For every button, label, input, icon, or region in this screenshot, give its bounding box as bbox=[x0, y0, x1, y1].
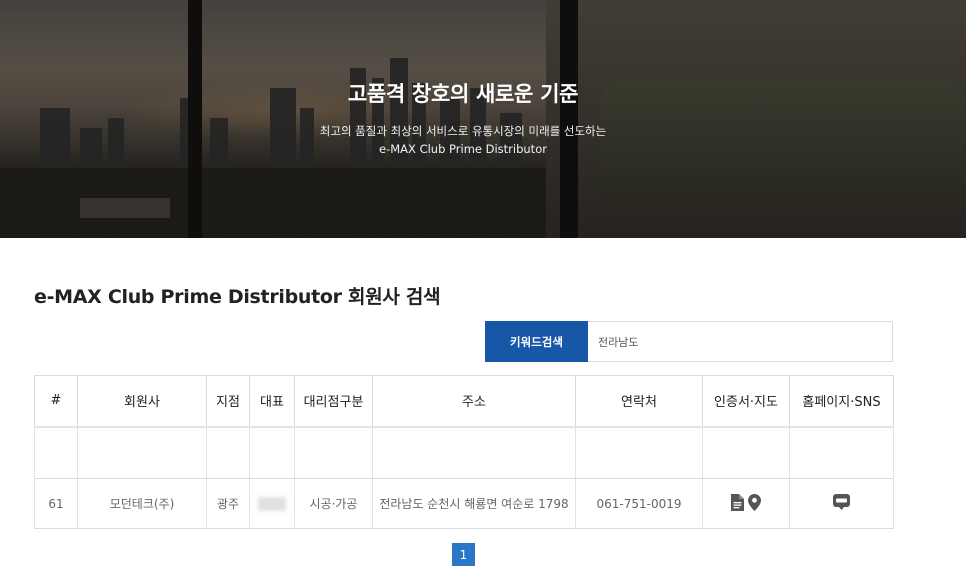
cell-phone: 061-751-0019 bbox=[575, 478, 703, 529]
cell-cert-map bbox=[702, 478, 790, 529]
hero-subtitle-line1: 최고의 품질과 최상의 서비스로 유통시장의 미래를 선도하는 bbox=[319, 124, 607, 138]
blog-icon[interactable] bbox=[833, 494, 850, 513]
header-address: 주소 bbox=[372, 375, 576, 428]
table-spacer-row bbox=[34, 426, 894, 479]
header-cert-map: 인증서·지도 bbox=[702, 375, 790, 428]
cell-homepage bbox=[789, 478, 894, 529]
hero-title: 고품격 창호의 새로운 기준 bbox=[347, 82, 579, 106]
keyword-search-button[interactable]: 키워드검색 bbox=[485, 321, 588, 362]
table-header-row: # 회원사 지점 대표 대리점구분 주소 연락처 인증서·지도 홈페이지·SNS bbox=[34, 375, 894, 428]
cell-ceo bbox=[249, 478, 295, 529]
document-icon[interactable] bbox=[731, 493, 745, 514]
header-ceo: 대표 bbox=[249, 375, 295, 428]
header-phone: 연락처 bbox=[575, 375, 703, 428]
header-company: 회원사 bbox=[77, 375, 207, 428]
hero-banner: 고품격 창호의 새로운 기준 최고의 품질과 최상의 서비스로 유통시장의 미래… bbox=[0, 0, 966, 238]
map-pin-icon[interactable] bbox=[747, 493, 761, 514]
header-branch: 지점 bbox=[206, 375, 250, 428]
search-input[interactable] bbox=[588, 322, 892, 361]
cell-company: 모던테크(주) bbox=[77, 478, 207, 529]
header-no: # bbox=[34, 375, 78, 428]
header-homepage: 홈페이지·SNS bbox=[789, 375, 894, 428]
hero-subtitle: 최고의 품질과 최상의 서비스로 유통시장의 미래를 선도하는 e-MAX Cl… bbox=[0, 122, 926, 158]
header-type: 대리점구분 bbox=[294, 375, 373, 428]
redacted-name bbox=[258, 496, 286, 511]
pagination-page-button[interactable]: 1 bbox=[452, 543, 475, 566]
hero-subtitle-line2: e-MAX Club Prime Distributor bbox=[379, 142, 547, 156]
page-title: e-MAX Club Prime Distributor 회원사 검색 bbox=[34, 286, 441, 308]
hero-overlay bbox=[0, 0, 966, 238]
table-row: 61 모던테크(주) 광주 시공·가공 전라남도 순천시 해룡면 여순로 179… bbox=[34, 478, 894, 529]
cell-branch: 광주 bbox=[206, 478, 250, 529]
member-table: # 회원사 지점 대표 대리점구분 주소 연락처 인증서·지도 홈페이지·SNS… bbox=[34, 375, 894, 529]
search-bar: 키워드검색 bbox=[485, 321, 893, 362]
cell-address: 전라남도 순천시 해룡면 여순로 1798 bbox=[372, 478, 576, 529]
cell-type: 시공·가공 bbox=[294, 478, 373, 529]
cell-no: 61 bbox=[34, 478, 78, 529]
